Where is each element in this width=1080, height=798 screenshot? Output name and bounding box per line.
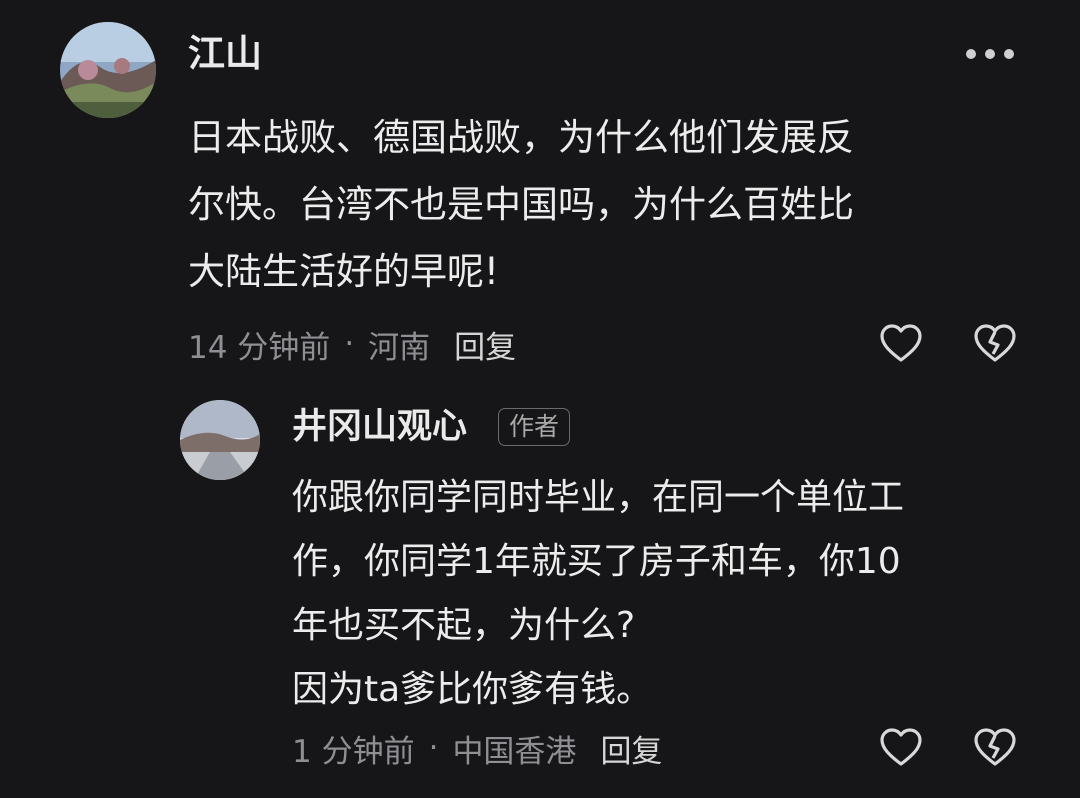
reply-author-name[interactable]: 井冈山观心 <box>292 404 467 450</box>
reply-author-avatar[interactable] <box>180 400 260 480</box>
meta-separator: · <box>344 326 355 362</box>
reply-time: 1 分钟前 <box>292 733 415 770</box>
heart-icon[interactable] <box>876 724 926 770</box>
reply-text: 你跟你同学同时毕业，在同一个单位工 作，你同学1年就买了房子和车，你10 年也买… <box>292 477 905 710</box>
comment-text: 日本战败、德国战败，为什么他们发展反 尔快。台湾不也是中国吗，为什么百姓比 大陆… <box>188 116 854 293</box>
more-dots-icon[interactable] <box>960 36 1020 72</box>
heart-icon[interactable] <box>876 320 926 366</box>
reply-location: 中国香港 <box>452 733 577 770</box>
comment-location: 河南 <box>368 329 431 366</box>
commenter-name[interactable]: 江山 <box>188 30 262 78</box>
broken-heart-icon[interactable] <box>970 320 1020 366</box>
reply-meta: 1 分钟前 · 中国香港 回复 <box>292 726 662 770</box>
commenter-avatar[interactable] <box>60 22 156 118</box>
reply-button[interactable]: 回复 <box>454 322 516 367</box>
reply-button[interactable]: 回复 <box>600 726 662 771</box>
comment-meta: 14 分钟前 · 河南 回复 <box>188 322 516 366</box>
author-badge: 作者 <box>498 408 571 446</box>
comment-time: 14 分钟前 <box>188 329 331 366</box>
meta-separator: · <box>428 730 439 766</box>
broken-heart-icon[interactable] <box>970 724 1020 770</box>
